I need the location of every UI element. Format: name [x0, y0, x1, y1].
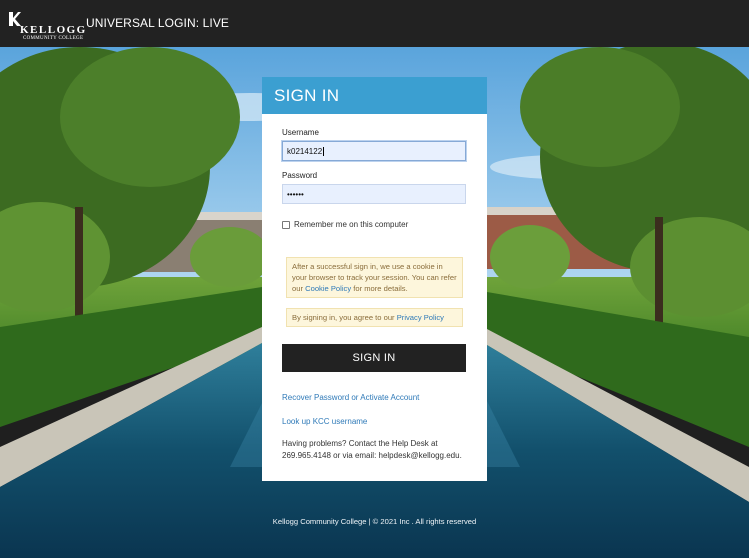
cookie-notice: After a successful sign in, we use a coo… [286, 257, 463, 298]
page-title: SIGN IN [274, 86, 340, 105]
login-card: SIGN IN Username k0214122 Password •••••… [262, 77, 487, 481]
password-input[interactable]: •••••• [282, 184, 466, 204]
app-title: UNIVERSAL LOGIN: LIVE [86, 16, 230, 30]
sign-in-button[interactable]: SIGN IN [282, 344, 466, 372]
cookie-notice-after: for more details. [353, 284, 408, 293]
username-value: k0214122 [287, 147, 323, 156]
username-input[interactable]: k0214122 [282, 141, 466, 161]
remember-me-label[interactable]: Remember me on this computer [294, 220, 408, 230]
text-caret [323, 147, 325, 156]
footer-copyright: Kellogg Community College | © 2021 Inc .… [272, 517, 477, 526]
help-text: Having problems? Contact the Help Desk a… [282, 439, 462, 460]
username-label: Username [282, 128, 319, 137]
privacy-notice: By signing in, you agree to our Privacy … [286, 308, 463, 327]
logo-wordmark: KELLOGG [20, 24, 87, 36]
remember-me-checkbox[interactable] [282, 221, 290, 229]
lookup-username-link[interactable]: Look up KCC username [282, 417, 367, 427]
cookie-policy-link[interactable]: Cookie Policy [305, 284, 351, 293]
password-label: Password [282, 171, 318, 180]
privacy-policy-link[interactable]: Privacy Policy [397, 313, 444, 322]
logo-subtitle: COMMUNITY COLLEGE [23, 36, 84, 41]
recover-password-link[interactable]: Recover Password or Activate Account [282, 393, 419, 403]
top-bar: KELLOGG COMMUNITY COLLEGE UNIVERSAL LOGI… [0, 0, 749, 47]
kellogg-logo[interactable]: KELLOGG COMMUNITY COLLEGE [9, 12, 85, 42]
card-header: SIGN IN [262, 77, 487, 114]
privacy-notice-text: By signing in, you agree to our [292, 313, 395, 322]
password-value: •••••• [287, 190, 304, 199]
